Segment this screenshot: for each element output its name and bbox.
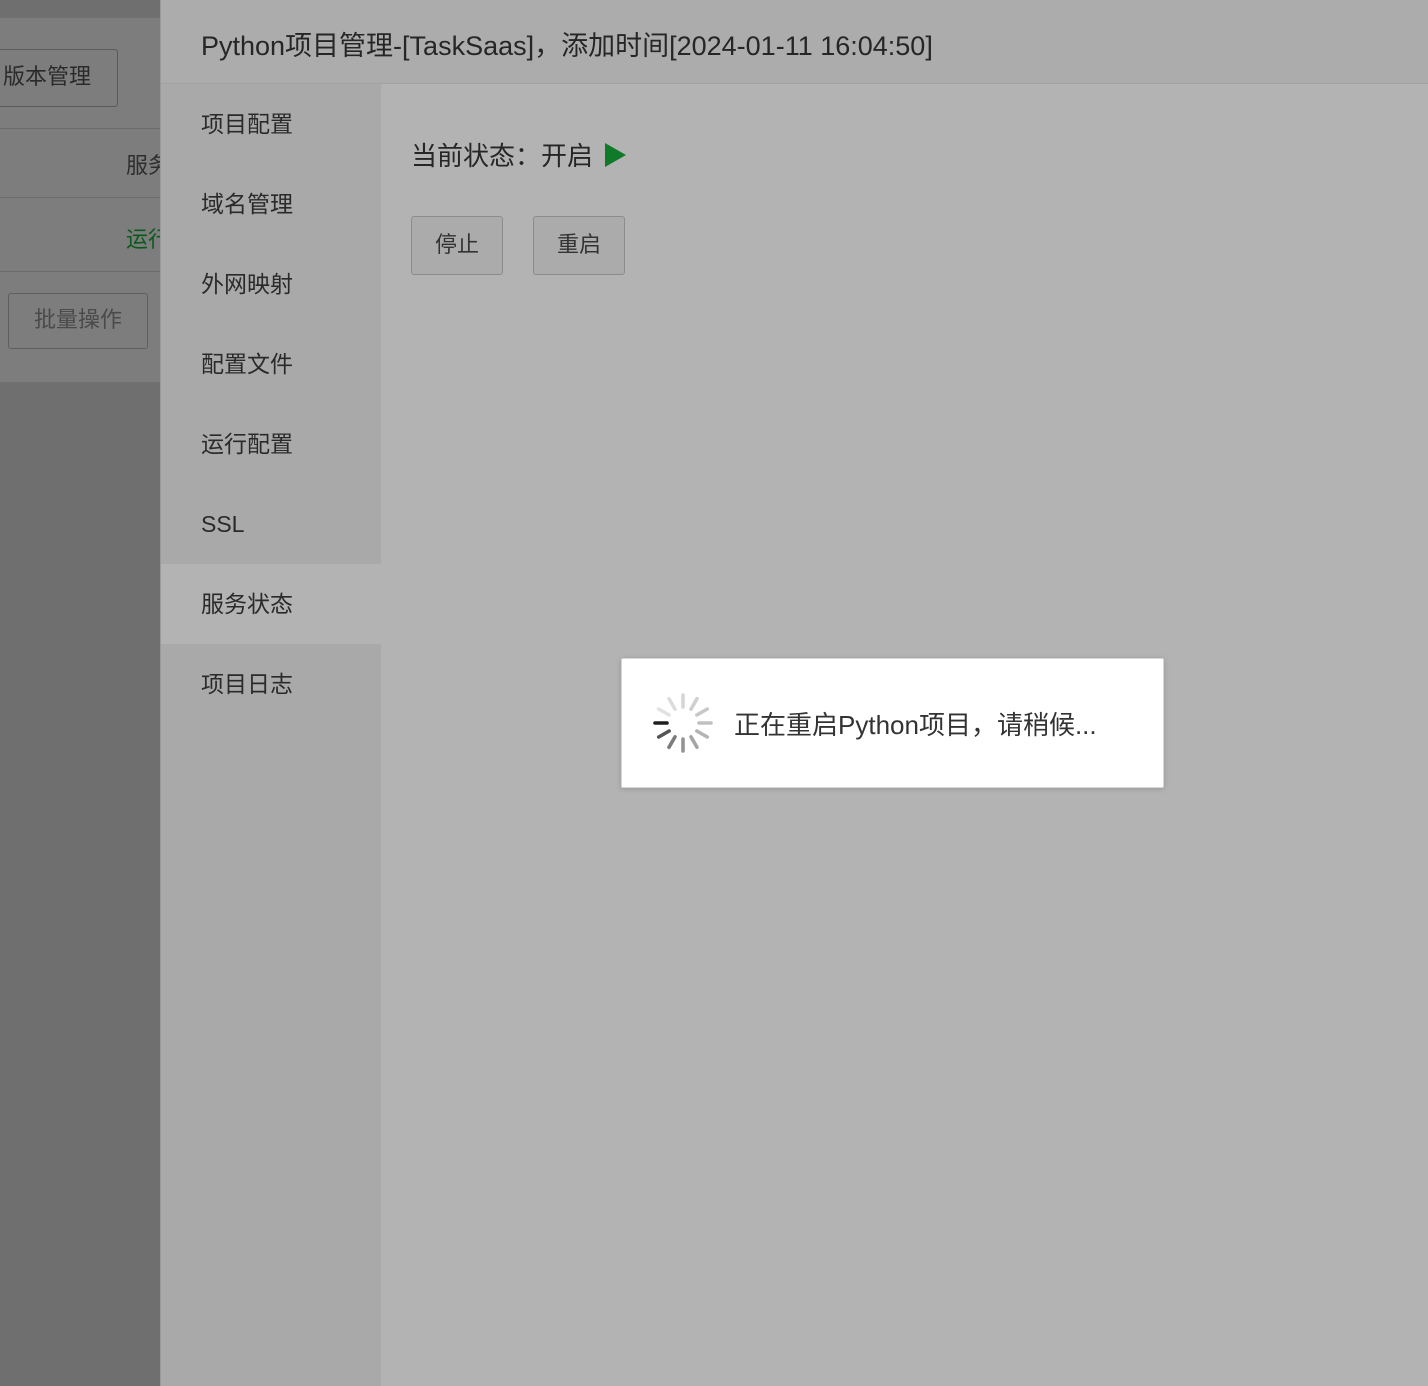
sidebar-item-run-config[interactable]: 运行配置 bbox=[161, 404, 381, 484]
sidebar-item-config-file[interactable]: 配置文件 bbox=[161, 324, 381, 404]
current-status-value: 开启 bbox=[541, 142, 594, 172]
modal-title: Python项目管理-[TaskSaas]，添加时间[2024-01-11 16… bbox=[201, 31, 933, 61]
stop-button[interactable]: 停止 bbox=[411, 216, 503, 275]
modal-sidebar: 项目配置 域名管理 外网映射 配置文件 运行配置 SSL 服务状态 项目日志 bbox=[161, 84, 381, 1386]
batch-operation-button[interactable]: 批量操作 bbox=[8, 293, 148, 349]
spinner-icon bbox=[653, 693, 713, 753]
current-status-label: 当前状态： bbox=[411, 142, 542, 172]
play-icon bbox=[605, 142, 627, 167]
sidebar-item-external-mapping[interactable]: 外网映射 bbox=[161, 244, 381, 324]
sidebar-item-project-log[interactable]: 项目日志 bbox=[161, 644, 381, 724]
sidebar-item-domain-management[interactable]: 域名管理 bbox=[161, 164, 381, 244]
sidebar-item-ssl[interactable]: SSL bbox=[161, 484, 381, 564]
loading-toast: 正在重启Python项目，请稍候... bbox=[621, 658, 1164, 788]
restart-button[interactable]: 重启 bbox=[533, 216, 625, 275]
loading-message: 正在重启Python项目，请稍候... bbox=[734, 710, 1097, 740]
current-status: 当前状态： 开启 bbox=[411, 136, 627, 173]
sidebar-item-project-config[interactable]: 项目配置 bbox=[161, 84, 381, 164]
sidebar-item-service-status[interactable]: 服务状态 bbox=[161, 564, 381, 644]
version-management-button[interactable]: 版本管理 bbox=[0, 49, 118, 107]
modal-title-bar: Python项目管理-[TaskSaas]，添加时间[2024-01-11 16… bbox=[161, 0, 1428, 84]
